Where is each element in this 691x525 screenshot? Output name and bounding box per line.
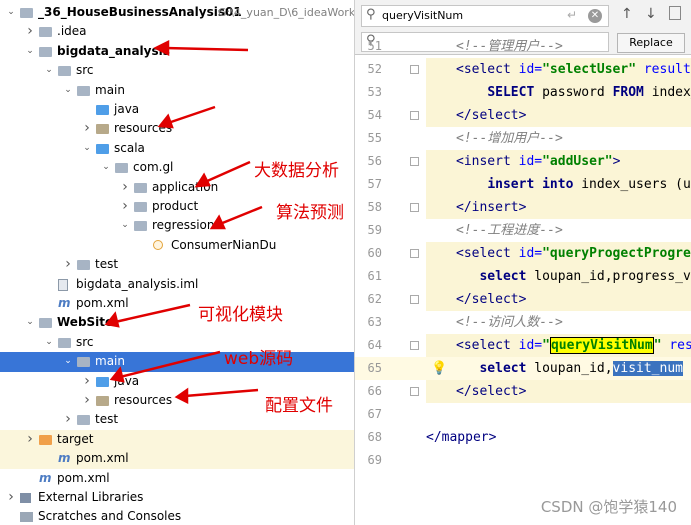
annotation-arrow — [184, 388, 259, 398]
annotation-arrows — [104, 39, 263, 405]
annotation-bigdata: 大数据分析 — [254, 161, 339, 181]
annotation-config: 配置文件 — [265, 396, 333, 416]
annotation-arrow — [119, 350, 221, 379]
annotation-arrow — [114, 303, 191, 324]
annotation-algorithm: 算法预测 — [276, 203, 344, 223]
annotation-visual: 可视化模块 — [198, 305, 283, 325]
annotation-arrow — [204, 160, 251, 184]
annotation-arrow — [167, 105, 216, 125]
annotation-websrc: web源码 — [224, 349, 294, 369]
annotation-arrow — [164, 46, 249, 52]
annotation-arrow — [219, 205, 263, 226]
